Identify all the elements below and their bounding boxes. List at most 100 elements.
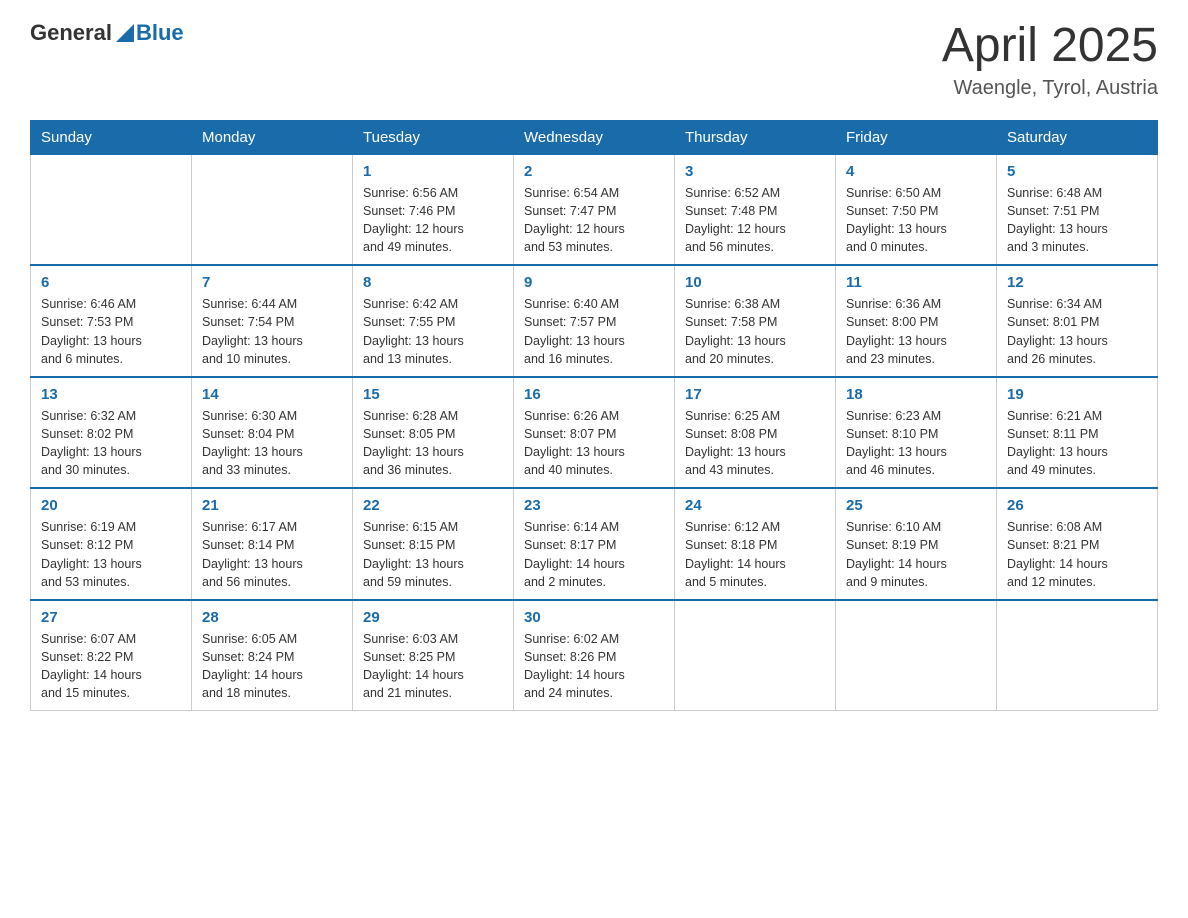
calendar-cell: 18 Sunrise: 6:23 AMSunset: 8:10 PMDayligh… xyxy=(836,377,997,489)
calendar-cell xyxy=(997,600,1158,711)
calendar-week-4: 20 Sunrise: 6:19 AMSunset: 8:12 PMDayligh… xyxy=(31,488,1158,600)
calendar-cell: 24 Sunrise: 6:12 AMSunset: 8:18 PMDayligh… xyxy=(675,488,836,600)
day-number: 17 xyxy=(685,386,825,403)
day-info: Sunrise: 6:52 AMSunset: 7:48 PMDaylight:… xyxy=(685,184,825,257)
day-number: 10 xyxy=(685,274,825,291)
calendar-cell: 1Sunrise: 6:56 AMSunset: 7:46 PMDaylight… xyxy=(353,154,514,265)
day-info: Sunrise: 6:44 AMSunset: 7:54 PMDaylight:… xyxy=(202,295,342,368)
calendar-cell: 30 Sunrise: 6:02 AMSunset: 8:26 PMDayligh… xyxy=(514,600,675,711)
day-info: Sunrise: 6:42 AMSunset: 7:55 PMDaylight:… xyxy=(363,295,503,368)
day-number: 20 xyxy=(41,497,181,514)
day-number: 16 xyxy=(524,386,664,403)
day-number: 18 xyxy=(846,386,986,403)
day-info: Sunrise: 6:32 AMSunset: 8:02 PMDaylight:… xyxy=(41,407,181,480)
day-number: 12 xyxy=(1007,274,1147,291)
day-info: Sunrise: 6:38 AMSunset: 7:58 PMDaylight:… xyxy=(685,295,825,368)
day-number: 15 xyxy=(363,386,503,403)
calendar-cell: 25 Sunrise: 6:10 AMSunset: 8:19 PMDayligh… xyxy=(836,488,997,600)
day-info: Sunrise: 6:54 AMSunset: 7:47 PMDaylight:… xyxy=(524,184,664,257)
calendar-cell: 26Sunrise: 6:08 AMSunset: 8:21 PMDayligh… xyxy=(997,488,1158,600)
weekday-header-sunday: Sunday xyxy=(31,120,192,154)
calendar-cell xyxy=(31,154,192,265)
logo-triangle-icon xyxy=(116,24,134,42)
day-number: 22 xyxy=(363,497,503,514)
day-info: Sunrise: 6:50 AMSunset: 7:50 PMDaylight:… xyxy=(846,184,986,257)
day-number: 3 xyxy=(685,163,825,180)
calendar-cell xyxy=(675,600,836,711)
day-info: Sunrise: 6:21 AMSunset: 8:11 PMDaylight:… xyxy=(1007,407,1147,480)
calendar-week-2: 6 Sunrise: 6:46 AMSunset: 7:53 PMDaylight… xyxy=(31,265,1158,377)
day-number: 19 xyxy=(1007,386,1147,403)
weekday-header-thursday: Thursday xyxy=(675,120,836,154)
day-number: 7 xyxy=(202,274,342,291)
day-number: 2 xyxy=(524,163,664,180)
day-number: 14 xyxy=(202,386,342,403)
day-number: 5 xyxy=(1007,163,1147,180)
day-info: Sunrise: 6:46 AMSunset: 7:53 PMDaylight:… xyxy=(41,295,181,368)
calendar-cell: 21Sunrise: 6:17 AMSunset: 8:14 PMDayligh… xyxy=(192,488,353,600)
calendar-cell: 16 Sunrise: 6:26 AMSunset: 8:07 PMDayligh… xyxy=(514,377,675,489)
day-number: 25 xyxy=(846,497,986,514)
calendar-table: SundayMondayTuesdayWednesdayThursdayFrid… xyxy=(30,120,1158,712)
day-info: Sunrise: 6:02 AMSunset: 8:26 PMDaylight:… xyxy=(524,630,664,703)
calendar-cell: 17 Sunrise: 6:25 AMSunset: 8:08 PMDayligh… xyxy=(675,377,836,489)
day-number: 27 xyxy=(41,609,181,626)
day-number: 29 xyxy=(363,609,503,626)
day-info: Sunrise: 6:07 AMSunset: 8:22 PMDaylight:… xyxy=(41,630,181,703)
calendar-cell: 22Sunrise: 6:15 AMSunset: 8:15 PMDayligh… xyxy=(353,488,514,600)
day-info: Sunrise: 6:10 AMSunset: 8:19 PMDaylight:… xyxy=(846,518,986,591)
day-info: Sunrise: 6:36 AMSunset: 8:00 PMDaylight:… xyxy=(846,295,986,368)
calendar-cell: 5 Sunrise: 6:48 AMSunset: 7:51 PMDaylight… xyxy=(997,154,1158,265)
calendar-cell: 15 Sunrise: 6:28 AMSunset: 8:05 PMDayligh… xyxy=(353,377,514,489)
day-info: Sunrise: 6:19 AMSunset: 8:12 PMDaylight:… xyxy=(41,518,181,591)
day-info: Sunrise: 6:23 AMSunset: 8:10 PMDaylight:… xyxy=(846,407,986,480)
day-info: Sunrise: 6:03 AMSunset: 8:25 PMDaylight:… xyxy=(363,630,503,703)
calendar-cell: 8 Sunrise: 6:42 AMSunset: 7:55 PMDaylight… xyxy=(353,265,514,377)
calendar-cell: 2 Sunrise: 6:54 AMSunset: 7:47 PMDaylight… xyxy=(514,154,675,265)
logo-text-blue: Blue xyxy=(136,20,184,46)
day-number: 11 xyxy=(846,274,986,291)
calendar-week-1: 1Sunrise: 6:56 AMSunset: 7:46 PMDaylight… xyxy=(31,154,1158,265)
day-info: Sunrise: 6:25 AMSunset: 8:08 PMDaylight:… xyxy=(685,407,825,480)
calendar-cell xyxy=(836,600,997,711)
day-number: 13 xyxy=(41,386,181,403)
day-info: Sunrise: 6:05 AMSunset: 8:24 PMDaylight:… xyxy=(202,630,342,703)
calendar-cell: 10 Sunrise: 6:38 AMSunset: 7:58 PMDayligh… xyxy=(675,265,836,377)
calendar-cell: 3 Sunrise: 6:52 AMSunset: 7:48 PMDaylight… xyxy=(675,154,836,265)
day-info: Sunrise: 6:26 AMSunset: 8:07 PMDaylight:… xyxy=(524,407,664,480)
title-block: April 2025 Waengle, Tyrol, Austria xyxy=(942,20,1158,100)
calendar-cell: 23 Sunrise: 6:14 AMSunset: 8:17 PMDayligh… xyxy=(514,488,675,600)
day-info: Sunrise: 6:40 AMSunset: 7:57 PMDaylight:… xyxy=(524,295,664,368)
weekday-header-friday: Friday xyxy=(836,120,997,154)
day-info: Sunrise: 6:14 AMSunset: 8:17 PMDaylight:… xyxy=(524,518,664,591)
calendar-cell: 28 Sunrise: 6:05 AMSunset: 8:24 PMDayligh… xyxy=(192,600,353,711)
day-number: 30 xyxy=(524,609,664,626)
day-number: 28 xyxy=(202,609,342,626)
day-number: 6 xyxy=(41,274,181,291)
day-info: Sunrise: 6:30 AMSunset: 8:04 PMDaylight:… xyxy=(202,407,342,480)
day-info: Sunrise: 6:48 AMSunset: 7:51 PMDaylight:… xyxy=(1007,184,1147,257)
calendar-cell: 11 Sunrise: 6:36 AMSunset: 8:00 PMDayligh… xyxy=(836,265,997,377)
day-number: 1 xyxy=(363,163,503,180)
day-info: Sunrise: 6:12 AMSunset: 8:18 PMDaylight:… xyxy=(685,518,825,591)
calendar-cell: 27 Sunrise: 6:07 AMSunset: 8:22 PMDayligh… xyxy=(31,600,192,711)
calendar-cell: 7 Sunrise: 6:44 AMSunset: 7:54 PMDaylight… xyxy=(192,265,353,377)
calendar-cell: 12 Sunrise: 6:34 AMSunset: 8:01 PMDayligh… xyxy=(997,265,1158,377)
weekday-header-wednesday: Wednesday xyxy=(514,120,675,154)
calendar-cell: 6 Sunrise: 6:46 AMSunset: 7:53 PMDaylight… xyxy=(31,265,192,377)
calendar-cell: 29 Sunrise: 6:03 AMSunset: 8:25 PMDayligh… xyxy=(353,600,514,711)
day-number: 24 xyxy=(685,497,825,514)
weekday-header-monday: Monday xyxy=(192,120,353,154)
logo-text-general: General xyxy=(30,20,112,46)
logo: General Blue xyxy=(30,20,184,46)
calendar-cell: 9Sunrise: 6:40 AMSunset: 7:57 PMDaylight… xyxy=(514,265,675,377)
day-number: 23 xyxy=(524,497,664,514)
calendar-week-5: 27 Sunrise: 6:07 AMSunset: 8:22 PMDayligh… xyxy=(31,600,1158,711)
day-info: Sunrise: 6:34 AMSunset: 8:01 PMDaylight:… xyxy=(1007,295,1147,368)
day-number: 4 xyxy=(846,163,986,180)
day-number: 8 xyxy=(363,274,503,291)
calendar-week-3: 13 Sunrise: 6:32 AMSunset: 8:02 PMDayligh… xyxy=(31,377,1158,489)
calendar-subtitle: Waengle, Tyrol, Austria xyxy=(942,77,1158,100)
weekday-header-saturday: Saturday xyxy=(997,120,1158,154)
day-info: Sunrise: 6:28 AMSunset: 8:05 PMDaylight:… xyxy=(363,407,503,480)
